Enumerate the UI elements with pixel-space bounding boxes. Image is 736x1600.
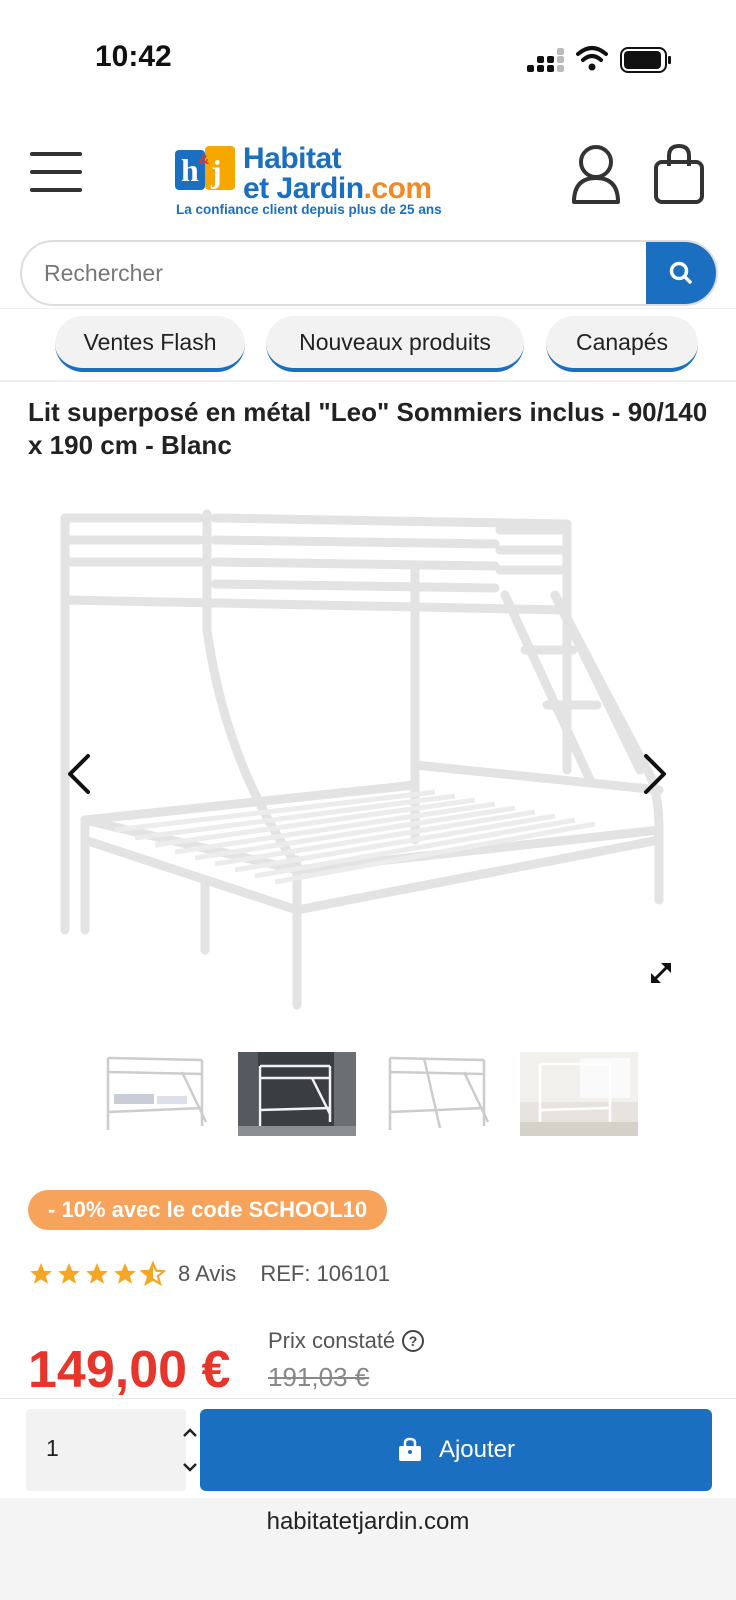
logo-mark-icon: h j & <box>175 146 235 190</box>
divider <box>0 380 736 382</box>
divider <box>0 308 736 309</box>
product-main-image[interactable] <box>55 500 685 1040</box>
browser-url[interactable]: habitatetjardin.com <box>0 1508 736 1536</box>
add-button-label: Ajouter <box>438 1436 516 1463</box>
thumbnail-image[interactable] <box>238 1052 356 1136</box>
shopping-bag-icon <box>398 1437 421 1461</box>
chevron-down-icon[interactable] <box>180 1457 200 1477</box>
reference-price-label: Prix constaté ? <box>268 1328 425 1354</box>
svg-text:h: h <box>181 152 199 188</box>
search-bar <box>20 240 718 306</box>
promo-code-badge: - 10% avec le code SCHOOL10 <box>28 1190 388 1230</box>
logo-text-line1: Habitat <box>243 142 342 175</box>
quantity-value[interactable]: 1 <box>46 1435 59 1462</box>
help-question-icon[interactable]: ? <box>401 1329 425 1353</box>
reference-price: 191,03 € <box>268 1362 370 1392</box>
rating-row: 8 Avis REF: 106101 <box>28 1256 390 1292</box>
product-title: Lit superposé en métal "Leo" Sommiers in… <box>28 397 708 460</box>
star-icon <box>58 1263 80 1284</box>
add-to-cart-bar: 1 Ajouter <box>0 1398 736 1498</box>
chip-nouveaux-produits[interactable]: Nouveaux produits <box>266 316 524 372</box>
add-to-cart-button[interactable]: Ajouter <box>200 1409 712 1491</box>
search-input[interactable] <box>22 242 632 304</box>
battery-icon <box>620 47 671 73</box>
thumbnail-image[interactable] <box>102 1052 220 1136</box>
fullscreen-expand-icon[interactable] <box>648 960 674 986</box>
review-count-link[interactable]: 8 Avis <box>178 1261 236 1287</box>
shopping-bag-icon[interactable] <box>652 142 708 206</box>
site-header: h j & Habitat et Jardin.com La confiance… <box>0 130 736 222</box>
half-star-icon <box>140 1261 166 1287</box>
wifi-icon <box>576 46 608 71</box>
quantity-stepper[interactable]: 1 <box>26 1409 197 1491</box>
chip-ventes-flash[interactable]: Ventes Flash <box>55 316 245 372</box>
product-reference: REF: 106101 <box>260 1261 390 1286</box>
status-bar: 10:42 <box>0 0 736 110</box>
browser-address-bar: habitatetjardin.com <box>0 1498 736 1600</box>
chip-canapes[interactable]: Canapés <box>546 316 698 372</box>
site-logo[interactable]: h j & Habitat et Jardin.com La confiance… <box>175 140 475 218</box>
logo-tagline: La confiance client depuis plus de 25 an… <box>176 202 442 217</box>
svg-text:&: & <box>199 151 209 167</box>
status-time: 10:42 <box>95 40 172 73</box>
thumbnail-image[interactable] <box>384 1052 502 1136</box>
cellular-signal-icon <box>527 48 564 72</box>
chevron-up-icon[interactable] <box>180 1423 200 1443</box>
star-icon <box>114 1263 136 1284</box>
thumbnail-image[interactable] <box>520 1052 638 1136</box>
product-price: 149,00 € <box>28 1341 231 1399</box>
previous-image-arrow-icon[interactable] <box>64 752 94 796</box>
account-icon[interactable] <box>568 142 624 206</box>
svg-text:j: j <box>210 153 222 189</box>
next-image-arrow-icon[interactable] <box>640 752 670 796</box>
star-rating <box>28 1261 166 1287</box>
star-icon <box>30 1263 52 1284</box>
svg-text:?: ? <box>409 1333 418 1349</box>
category-chips: Ventes Flash Nouveaux produits Canapés <box>0 316 736 378</box>
star-icon <box>86 1263 108 1284</box>
hamburger-menu-icon[interactable] <box>30 152 82 196</box>
search-icon <box>669 261 692 284</box>
search-button[interactable] <box>646 242 716 304</box>
logo-text-line2: et Jardin.com <box>243 172 432 205</box>
